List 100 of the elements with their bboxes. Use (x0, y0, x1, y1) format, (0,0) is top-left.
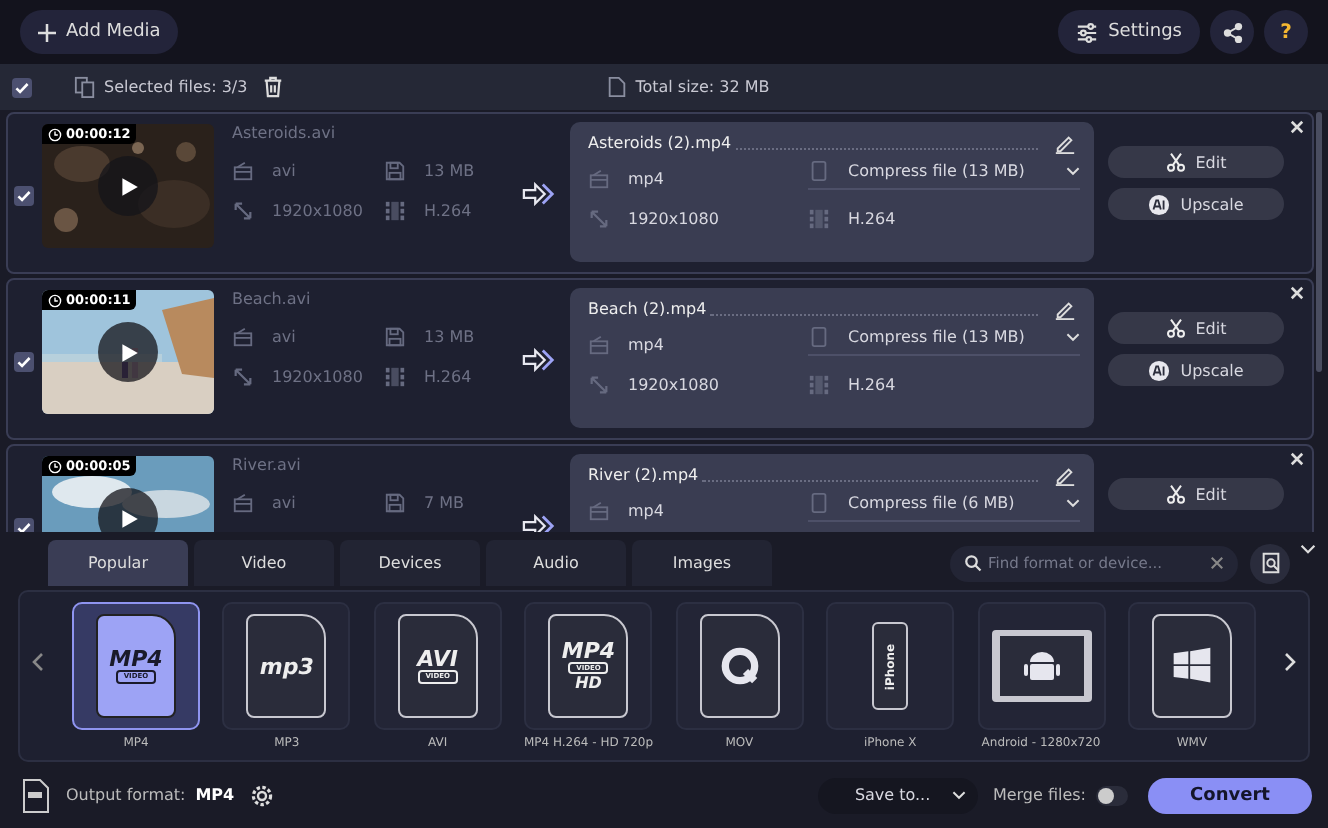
help-button[interactable]: ? (1264, 10, 1308, 54)
chevron-down-icon (1066, 166, 1080, 176)
format-tile[interactable] (1127, 602, 1256, 730)
checkbox[interactable] (14, 518, 34, 532)
close-icon (1290, 286, 1304, 300)
output-format: mp4 (628, 169, 664, 187)
source-file-name: River.avi (232, 456, 303, 478)
output-file-name[interactable]: River (2).mp4 (588, 465, 699, 483)
chevron-down-icon (1300, 544, 1316, 554)
close-icon (1290, 452, 1304, 466)
merge-toggle[interactable] (1096, 785, 1128, 805)
file-search-icon (1259, 552, 1281, 574)
format-tab[interactable]: Video (194, 540, 334, 586)
output-format-value: MP4 (195, 786, 235, 804)
floppy-icon (384, 326, 406, 348)
remove-button[interactable] (1290, 452, 1304, 466)
format-icon (588, 167, 610, 189)
source-size: 13 MB (424, 328, 475, 346)
resize-icon (232, 366, 254, 388)
pencil-icon[interactable] (1054, 131, 1076, 153)
chevron-left-icon (32, 652, 44, 672)
output-codec: H.264 (848, 210, 896, 228)
output-format-label: Output format: (66, 786, 186, 804)
video-file-icon: mp3 (246, 614, 327, 718)
output-format: mp4 (628, 501, 664, 519)
ai-icon (1148, 193, 1171, 215)
source-file-name: Beach.avi (232, 290, 313, 312)
play-icon (117, 175, 139, 197)
compress-dropdown[interactable]: Compress file (13 MB) (808, 160, 1080, 190)
edit-button[interactable]: Edit (1108, 312, 1284, 344)
format-tab[interactable]: Images (632, 540, 772, 586)
search-icon (964, 554, 982, 572)
resize-icon (232, 200, 254, 222)
compress-dropdown[interactable]: Compress file (13 MB) (808, 326, 1080, 356)
remove-button[interactable] (1290, 120, 1304, 134)
format-tab[interactable]: Devices (340, 540, 480, 586)
trash-icon (261, 76, 284, 98)
convert-arrow-icon (522, 514, 556, 532)
collapse-button[interactable] (1296, 540, 1320, 558)
pencil-icon[interactable] (1054, 297, 1076, 319)
source-codec: H.264 (424, 202, 472, 220)
source-codec: H.264 (424, 368, 472, 386)
delete-button[interactable] (261, 76, 284, 98)
edit-button[interactable]: Edit (1108, 146, 1284, 178)
ai-icon (1148, 359, 1171, 381)
chevron-right-icon (1284, 652, 1296, 672)
files-icon (74, 76, 96, 98)
upscale-button[interactable]: Upscale (1108, 354, 1284, 386)
output-file-name[interactable]: Beach (2).mp4 (588, 299, 707, 317)
format-icon (232, 492, 254, 514)
file-icon (808, 492, 830, 514)
format-settings-button[interactable] (250, 783, 275, 807)
film-icon (808, 208, 830, 230)
format-icon (232, 160, 254, 182)
convert-arrow-icon (522, 182, 556, 206)
output-file-name[interactable]: Asteroids (2).mp4 (588, 133, 732, 151)
settings-button[interactable]: Settings (1058, 10, 1200, 54)
format-icon (588, 333, 610, 355)
scissors-icon (1165, 318, 1186, 338)
chevron-down-icon (1066, 332, 1080, 342)
format-tile[interactable] (675, 602, 804, 730)
add-media-button[interactable]: Add Media (20, 10, 179, 54)
format-tab[interactable]: Popular (48, 540, 188, 586)
checkbox[interactable] (14, 186, 34, 206)
share-button[interactable] (1210, 10, 1254, 54)
format-tile[interactable]: mp3 (222, 602, 351, 730)
source-file-name: Asteroids.avi (232, 124, 338, 146)
compress-dropdown[interactable]: Compress file (6 MB) (808, 492, 1080, 522)
sliders-icon (1076, 21, 1099, 43)
checkbox[interactable] (12, 77, 32, 97)
save-to-dropdown[interactable]: Save to... (818, 777, 979, 813)
resize-icon (588, 208, 610, 230)
edit-button[interactable]: Edit (1108, 478, 1284, 510)
output-resolution: 1920x1080 (628, 376, 719, 394)
output-resolution: 1920x1080 (628, 210, 719, 228)
remove-button[interactable] (1290, 286, 1304, 300)
plus-icon (38, 23, 56, 41)
source-size: 7 MB (424, 494, 465, 512)
format-tile[interactable] (977, 602, 1106, 730)
pencil-icon[interactable] (1054, 463, 1076, 485)
upscale-button[interactable]: Upscale (1108, 188, 1284, 220)
chevron-down-icon (952, 790, 967, 800)
source-format: avi (272, 494, 296, 512)
format-icon (232, 326, 254, 348)
floppy-icon (384, 160, 406, 182)
film-icon (808, 374, 830, 396)
source-format: avi (272, 162, 296, 180)
scissors-icon (1165, 484, 1186, 504)
format-tab[interactable]: Audio (486, 540, 626, 586)
checkbox[interactable] (14, 352, 34, 372)
merge-files-label: Merge files: (992, 786, 1086, 804)
search-file-button[interactable] (1250, 543, 1290, 583)
resize-icon (588, 374, 610, 396)
convert-button[interactable]: Convert (1148, 777, 1312, 813)
file-icon (808, 326, 830, 348)
source-resolution: 1920x1080 (272, 202, 363, 220)
floppy-icon (384, 492, 406, 514)
clear-icon[interactable] (1210, 556, 1224, 570)
film-icon (384, 200, 406, 222)
source-size: 13 MB (424, 162, 475, 180)
